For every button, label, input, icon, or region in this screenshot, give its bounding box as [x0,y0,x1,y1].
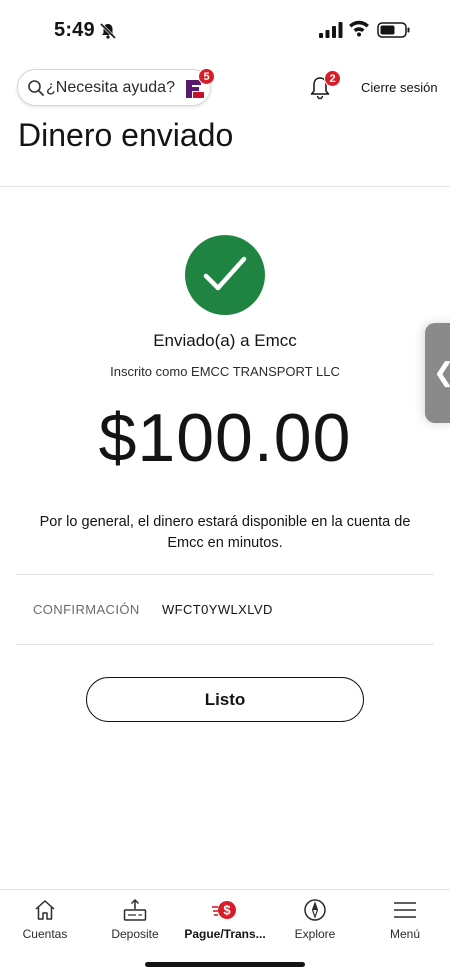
sent-amount: $100.00 [98,400,352,476]
bell-muted-icon [99,22,117,40]
enrolled-name: Inscrito como EMCC TRANSPORT LLC [110,364,340,379]
nav-item-accounts[interactable]: Cuentas [0,890,90,950]
nav-item-explore[interactable]: Explore [270,890,360,950]
recipient-heading: Enviado(a) a Emcc [153,331,297,350]
pay-transfer-icon: $ [212,901,236,919]
page-title: Dinero enviado [18,117,234,153]
svg-text:$: $ [223,903,231,918]
confirmation-number: WFCT0YWLXLVD [162,602,273,617]
help-search-input[interactable]: ¿Necesita ayuda? 5 [17,68,215,106]
search-placeholder: ¿Necesita ayuda? [46,79,175,96]
notifications-badge: 2 [324,70,341,87]
battery-icon [377,22,410,38]
nav-label: Menú [389,927,421,941]
nav-label: Deposite [111,927,159,941]
signout-link[interactable]: Cierre sesión [361,80,438,95]
cellular-signal-icon [319,22,343,38]
home-icon [35,900,55,920]
chevron-left-icon: ❮ [433,357,450,388]
nav-item-pay-transfer[interactable]: $ Pague/Trans... [180,890,270,950]
status-bar: 5:49 [0,0,450,60]
nav-item-menu[interactable]: Menú [360,890,450,950]
nav-item-deposit[interactable]: Deposite [90,890,180,950]
search-icon [28,80,44,96]
wifi-icon [349,20,369,37]
header-divider [0,186,450,187]
done-button[interactable]: Listo [86,677,364,722]
confirmation-label: CONFIRMACIÓN [33,602,140,617]
nav-label: Explore [294,927,336,941]
availability-message: Por lo general, el dinero estará disponi… [39,514,411,551]
section-divider [16,574,434,575]
success-check-icon [185,235,265,315]
home-indicator [145,962,305,967]
deposit-icon [123,898,147,921]
nav-label: Cuentas [22,927,68,941]
status-time: 5:49 [54,19,95,41]
menu-icon [394,902,416,918]
assistant-badge: 5 [198,68,215,85]
compass-icon [304,899,326,921]
side-panel-handle[interactable]: ❮ [425,323,450,423]
section-divider [16,644,434,645]
nav-label: Pague/Trans... [184,927,266,941]
